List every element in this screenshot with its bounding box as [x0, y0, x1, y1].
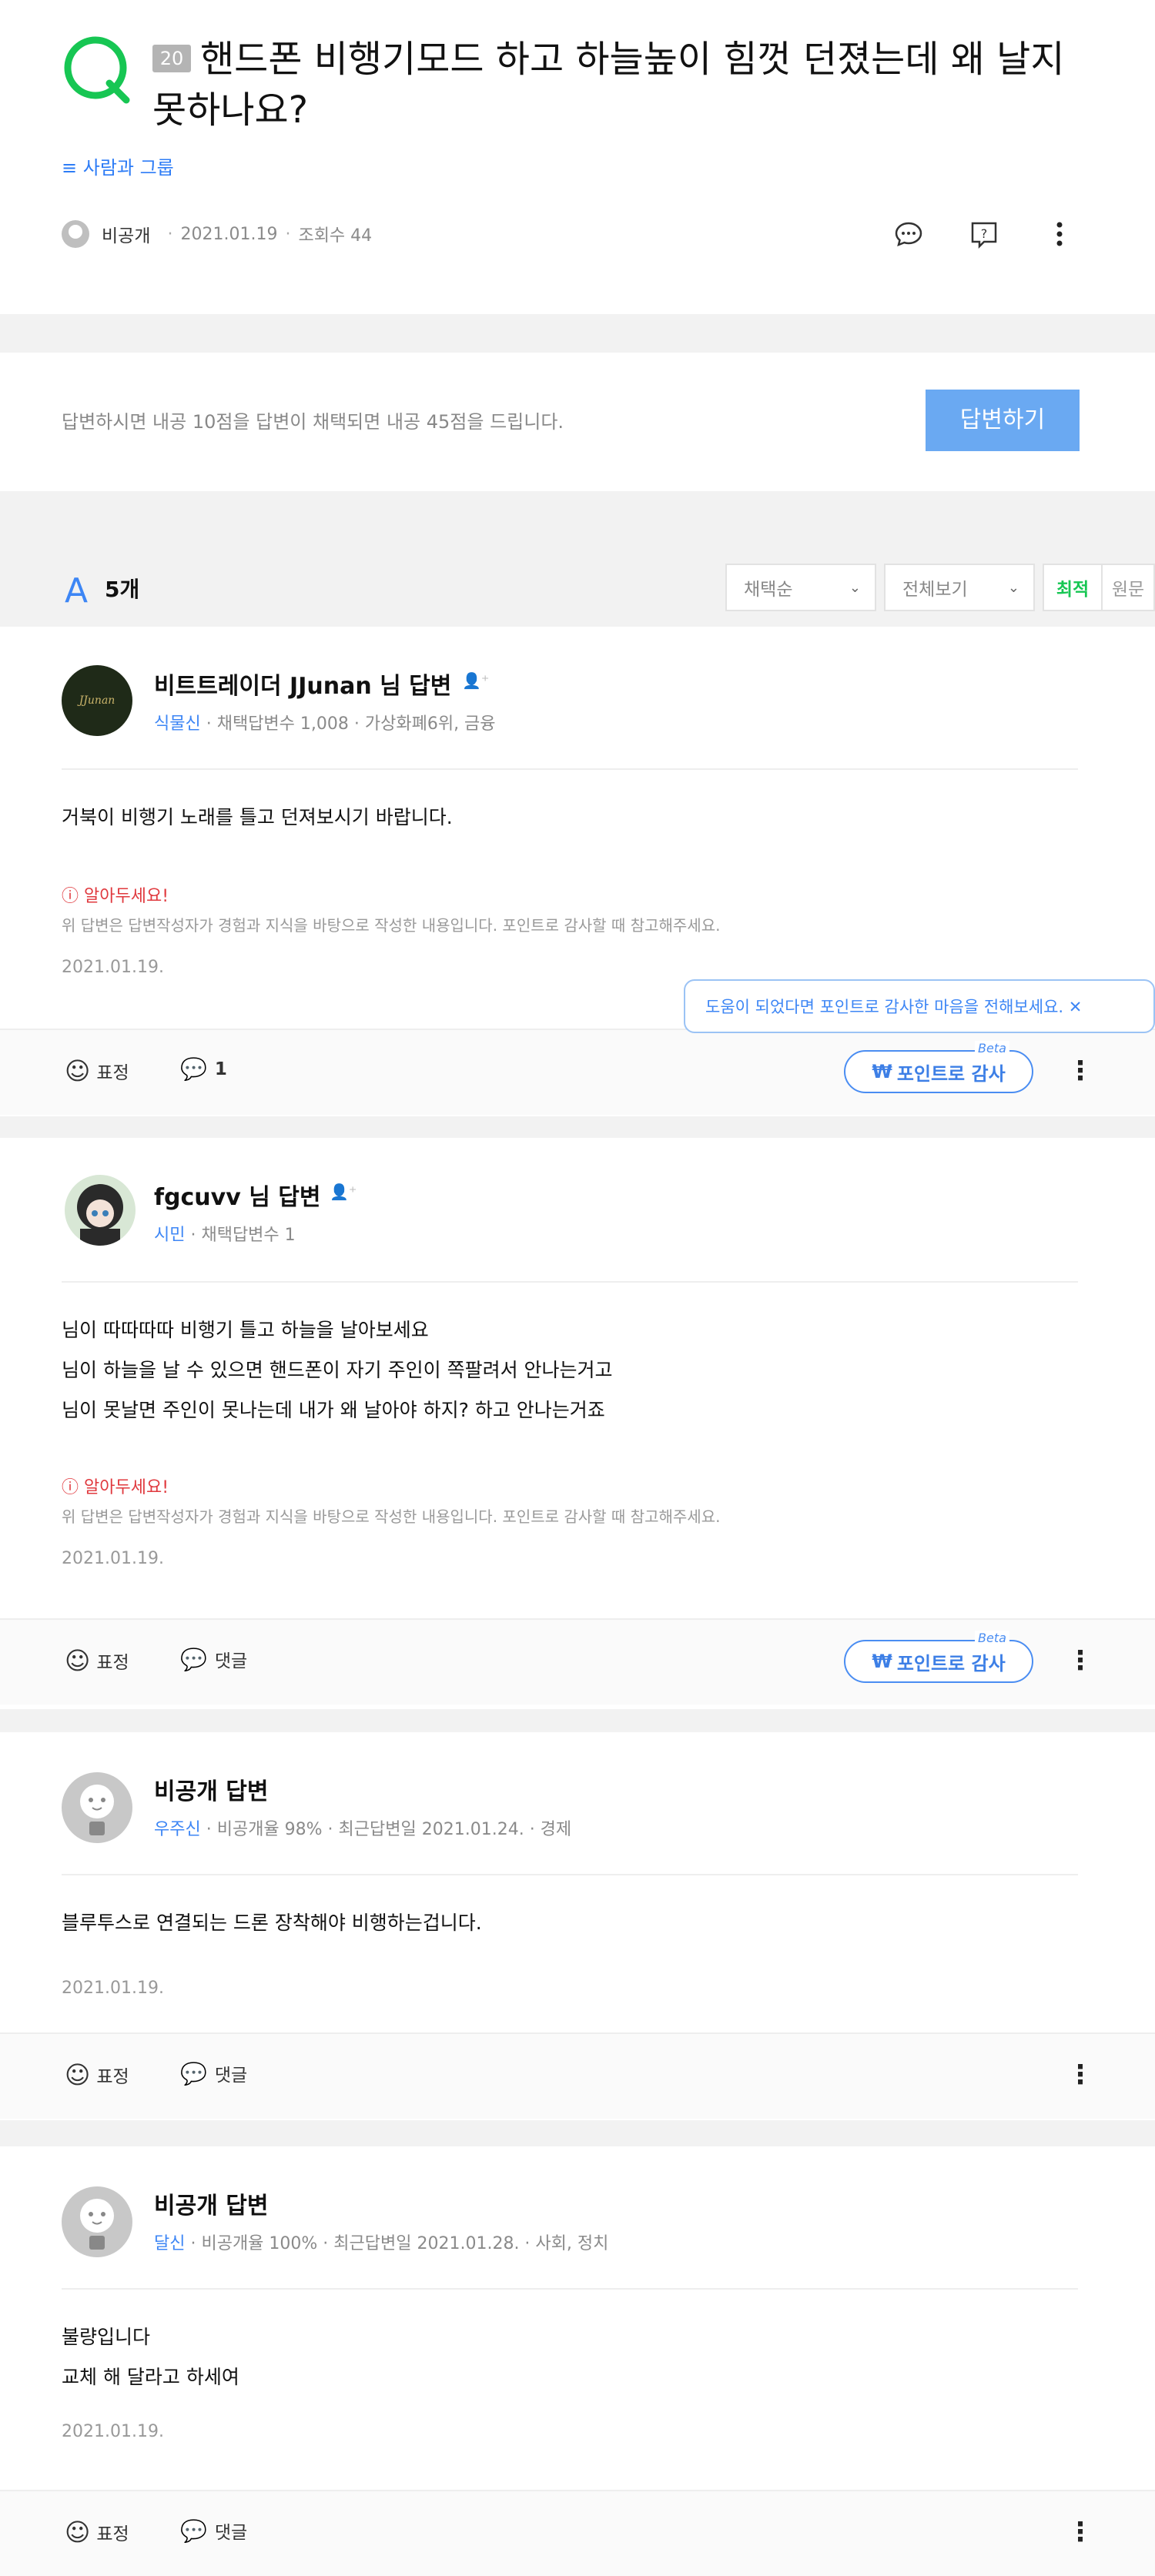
answer-prompt-text: 답변하시면 내공 10점을 답변이 채택되면 내공 45점을 드립니다.	[62, 411, 564, 433]
answer-body: 불량입니다 교체 해 달라고 하세여	[62, 2326, 239, 2388]
notice-text: 위 답변은 답변작성자가 경험과 지식을 바탕으로 작성한 내용입니다. 포인트…	[62, 916, 721, 935]
more-icon[interactable]: ⋮	[1067, 1648, 1093, 1674]
smile-icon: ☺	[65, 1056, 91, 1086]
answerer-level: 식물신	[154, 714, 201, 734]
comment-button[interactable]: 💬 1	[180, 1056, 227, 1082]
comment-icon: 💬	[180, 2517, 207, 2544]
more-icon[interactable]: ⋮	[1067, 2519, 1093, 2545]
svg-text:?: ?	[981, 226, 988, 241]
tab-original[interactable]: 원문	[1103, 564, 1155, 611]
comment-button[interactable]: 💬 댓글	[180, 2060, 247, 2086]
won-icon: ₩	[872, 1651, 892, 1672]
answer-card: fgcuvv 님 답변 👤⁺ 시민 · 채택답변수 1 님이 따따따따 비행기 …	[0, 1138, 1155, 1709]
emotion-button[interactable]: ☺ 표정	[65, 1646, 129, 1675]
report-icon[interactable]: ?	[966, 216, 1003, 253]
follow-icon[interactable]: 👤⁺	[462, 671, 489, 690]
comment-icon: 💬	[180, 1646, 207, 1672]
answer-action-bar: ☺ 표정 💬 댓글 ⋮	[0, 2490, 1155, 2576]
answerer-name[interactable]: 비공개 답변	[154, 1772, 268, 1806]
won-icon: ₩	[872, 1061, 892, 1082]
chevron-down-icon: ⌄	[849, 579, 861, 596]
smile-icon: ☺	[65, 2517, 91, 2547]
comment-icon: 💬	[180, 2060, 207, 2086]
point-thanks-button[interactable]: ₩ 포인트로 감사	[844, 1640, 1033, 1683]
avatar	[62, 2186, 132, 2257]
answer-date: 2021.01.19.	[62, 1979, 164, 1998]
answerer-name[interactable]: fgcuvv 님 답변	[154, 1178, 320, 1212]
question-title: 핸드폰 비행기모드 하고 하늘높이 힘껏 던졌는데 왜 날지못하나요?	[152, 38, 1065, 132]
comment-icon[interactable]	[890, 216, 927, 253]
answerer-name[interactable]: 비공개 답변	[154, 2186, 268, 2220]
answer-date: 2021.01.19.	[62, 2422, 164, 2441]
smile-icon: ☺	[65, 2060, 91, 2089]
filter-select[interactable]: 전체보기 ⌄	[884, 564, 1035, 611]
category-link[interactable]: ≡ 사람과 그룹	[62, 152, 174, 179]
sort-select[interactable]: 채택순 ⌄	[725, 564, 876, 611]
question-mark-icon	[64, 36, 130, 104]
answer-card: 비공개 답변 우주신 · 비공개율 98% · 최근답변일 2021.01.24…	[0, 1732, 1155, 2120]
view-count: 조회수 44	[298, 226, 373, 246]
answer-action-bar: ☺ 표정 💬 댓글 ⋮	[0, 2032, 1155, 2119]
answer-body: 님이 따따따따 비행기 틀고 하늘을 날아보세요 님이 하늘을 날 수 있으면 …	[62, 1319, 613, 1421]
more-icon[interactable]: ⋮	[1067, 2062, 1093, 2088]
question-author: 비공개	[102, 226, 151, 246]
point-tooltip[interactable]: 도움이 되었다면 포인트로 감사한 마음을 전해보세요. ✕	[684, 979, 1155, 1033]
beta-label: Beta	[975, 1041, 1009, 1055]
emotion-button[interactable]: ☺ 표정	[65, 2517, 129, 2547]
notice-title: ⓘ 알아두세요!	[62, 887, 169, 906]
avatar: JJunan	[62, 665, 132, 736]
answer-card: JJunan 비트트레이더 JJunan 님 답변 👤⁺ 식물신 · 채택답변수…	[0, 627, 1155, 1116]
more-icon[interactable]	[1041, 216, 1078, 253]
emotion-button[interactable]: ☺ 표정	[65, 1056, 129, 1086]
smile-icon: ☺	[65, 1646, 91, 1675]
avatar	[65, 1175, 136, 1246]
answerer-name[interactable]: 비트트레이더 JJunan 님 답변	[154, 667, 451, 701]
answerer-meta: 시민 · 채택답변수 1	[154, 1226, 296, 1245]
answer-count: 5개	[105, 577, 140, 602]
answerer-meta: 달신 · 비공개율 100% · 최근답변일 2021.01.28. · 사회,…	[154, 2234, 609, 2253]
beta-label: Beta	[975, 1631, 1009, 1645]
answer-date: 2021.01.19.	[62, 1549, 164, 1568]
question-date: 2021.01.19	[180, 224, 278, 244]
question-meta: 비공개 · 2021.01.19 · 조회수 44	[62, 220, 372, 248]
answer-action-bar: ☺ 표정 💬 댓글 ₩ 포인트로 감사 Beta ⋮	[0, 1618, 1155, 1705]
sort-select-value: 채택순	[744, 580, 793, 600]
comment-button[interactable]: 💬 댓글	[180, 2517, 247, 2544]
comment-icon: 💬	[180, 1056, 207, 1082]
avatar	[62, 1772, 132, 1843]
comment-button[interactable]: 💬 댓글	[180, 1646, 247, 1672]
more-icon[interactable]: ⋮	[1067, 1058, 1093, 1084]
notice-text: 위 답변은 답변작성자가 경험과 지식을 바탕으로 작성한 내용입니다. 포인트…	[62, 1507, 721, 1526]
answer-body: 거북이 비행기 노래를 틀고 던져보시기 바랍니다.	[62, 806, 453, 828]
answerer-meta: 우주신 · 비공개율 98% · 최근답변일 2021.01.24. · 경제	[154, 1820, 572, 1839]
avatar	[62, 220, 89, 248]
notice-title: ⓘ 알아두세요!	[62, 1478, 169, 1497]
chevron-down-icon: ⌄	[1007, 579, 1019, 596]
point-thanks-button[interactable]: ₩ 포인트로 감사	[844, 1050, 1033, 1093]
answer-mark: A	[65, 571, 89, 611]
answer-card: 비공개 답변 달신 · 비공개율 100% · 최근답변일 2021.01.28…	[0, 2146, 1155, 2576]
answer-action-bar: ☺ 표정 💬 1 ₩ 포인트로 감사 Beta ⋮	[0, 1029, 1155, 1115]
answer-button[interactable]: 답변하기	[926, 390, 1080, 451]
question-actions: ?	[890, 216, 1078, 253]
answer-body: 블루투스로 연결되는 드론 장착해야 비행하는겁니다.	[62, 1912, 482, 1934]
answerer-level: 우주신	[154, 1820, 201, 1839]
answerer-level: 시민	[154, 1226, 186, 1245]
answerer-level: 달신	[154, 2234, 186, 2253]
filter-select-value: 전체보기	[902, 580, 968, 600]
answer-date: 2021.01.19.	[62, 958, 164, 977]
follow-icon[interactable]: 👤⁺	[330, 1183, 357, 1201]
emotion-button[interactable]: ☺ 표정	[65, 2060, 129, 2089]
answerer-meta: 식물신 · 채택답변수 1,008 · 가상화폐6위, 금융	[154, 714, 496, 734]
tab-best[interactable]: 최적	[1043, 564, 1103, 611]
question-card: 20 핸드폰 비행기모드 하고 하늘높이 힘껏 던졌는데 왜 날지못하나요? ≡…	[0, 0, 1155, 314]
